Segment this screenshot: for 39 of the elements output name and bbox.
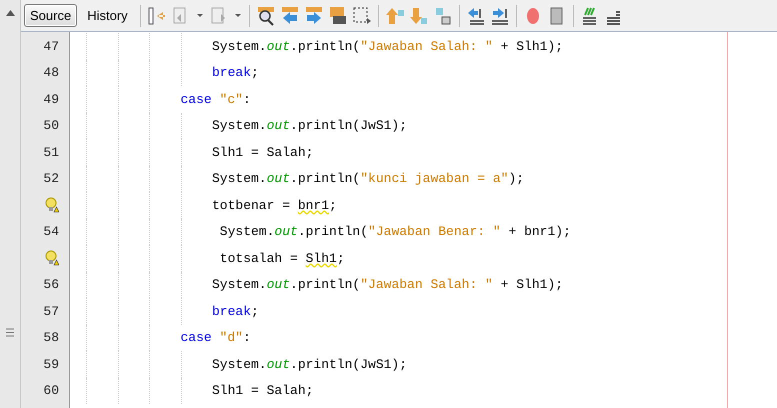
shift-right-icon[interactable] xyxy=(490,6,510,26)
code-line: totsalah = Slh1; xyxy=(218,250,345,266)
code-line: System.out.println("Jawaban Benar: " + bnr1); xyxy=(218,224,571,240)
tab[interactable]: History xyxy=(81,4,134,27)
line-number: 51 xyxy=(43,144,59,160)
line-number: 54 xyxy=(43,224,59,240)
line-number: 57 xyxy=(43,304,59,319)
shift-left-icon[interactable] xyxy=(466,6,486,26)
scroll-up-icon[interactable] xyxy=(6,10,14,16)
lightbulb-warning-icon[interactable] xyxy=(45,197,59,214)
code-line: totbenar = bnr1; xyxy=(212,198,337,213)
line-number: 58 xyxy=(43,330,59,346)
highlight-icon[interactable] xyxy=(328,6,348,26)
code-line: System.out.println("Jawaban Salah: " + Slh1); xyxy=(212,38,564,54)
tab[interactable]: Source xyxy=(24,4,78,27)
line-number: 52 xyxy=(43,171,59,186)
last-edit-icon[interactable] xyxy=(146,6,167,26)
code-line: System.out.println("kunci jawaban = a"); xyxy=(212,171,524,186)
code-line: break; xyxy=(212,304,259,319)
line-number: 56 xyxy=(43,277,59,292)
code-line: System.out.println(JwS1); xyxy=(212,356,408,372)
line-number: 48 xyxy=(43,65,59,80)
code-line: Slh1 = Salah; xyxy=(212,383,314,398)
search-icon[interactable] xyxy=(256,6,276,26)
line-number: 49 xyxy=(43,92,59,107)
code-line: Slh1 = Salah; xyxy=(212,144,314,160)
code-line: System.out.println(JwS1); xyxy=(212,118,408,134)
code-line: break; xyxy=(212,65,259,80)
code-line: case "d": xyxy=(180,330,251,346)
line-number: 50 xyxy=(43,118,59,134)
line-number: 47 xyxy=(43,38,59,54)
arrow-right-icon[interactable] xyxy=(304,6,324,26)
grip-icon[interactable] xyxy=(6,328,14,337)
code-line: case "c": xyxy=(180,92,251,107)
line-number: 59 xyxy=(43,356,59,372)
line-number: 60 xyxy=(43,383,59,398)
code-line: System.out.println("Jawaban Salah: " + Slh1); xyxy=(212,277,564,292)
dotted-selection-icon[interactable] xyxy=(352,6,372,26)
lightbulb-warning-icon[interactable] xyxy=(45,250,59,266)
